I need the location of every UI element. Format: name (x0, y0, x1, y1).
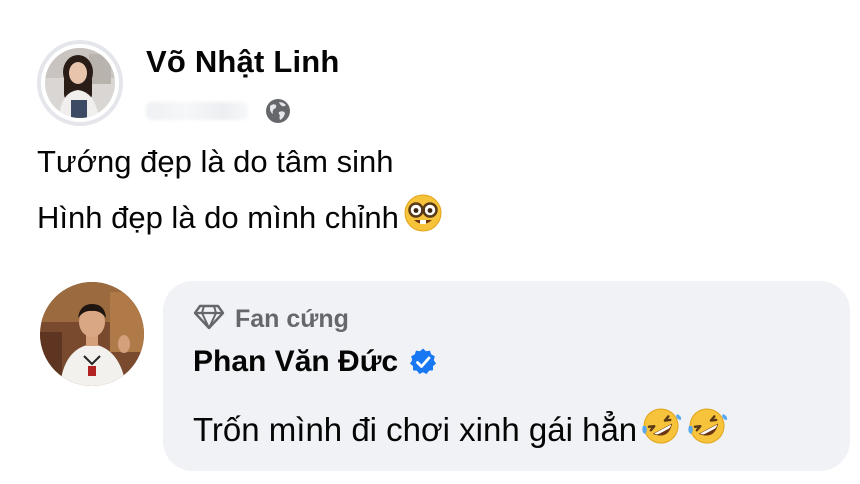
diamond-icon (193, 303, 225, 336)
post-author-avatar[interactable] (37, 40, 123, 126)
rofl-icon (685, 404, 729, 456)
post-text-line-2: Hình đẹp là do mình chỉnh (37, 193, 443, 244)
commenter-avatar[interactable] (40, 282, 144, 386)
post-text-line-2-label: Hình đẹp là do mình chỉnh (37, 200, 399, 236)
post-timestamp-redacted (146, 102, 248, 120)
badge-label: Fan cứng (235, 304, 349, 333)
post-text-line-1: Tướng đẹp là do tâm sinh (37, 144, 394, 179)
comment-text-label: Trốn mình đi chơi xinh gái hẳn (193, 411, 638, 448)
globe-icon[interactable] (264, 97, 292, 125)
post-author-photo (45, 48, 115, 118)
post-card: Võ Nhật Linh Tướng đẹp là do tâm sinh Hì… (0, 0, 860, 484)
nerd-face-icon (403, 193, 443, 241)
post-author-name[interactable]: Võ Nhật Linh (146, 44, 340, 80)
top-fan-badge[interactable]: Fan cứng (193, 303, 349, 335)
rofl-icon (639, 404, 683, 456)
comment-text: Trốn mình đi chơi xinh gái hẳn (193, 404, 729, 456)
commenter-header: Phan Văn Đức (193, 342, 438, 382)
post-meta (146, 96, 292, 126)
verified-badge-icon (408, 347, 438, 377)
commenter-name[interactable]: Phan Văn Đức (193, 345, 398, 379)
